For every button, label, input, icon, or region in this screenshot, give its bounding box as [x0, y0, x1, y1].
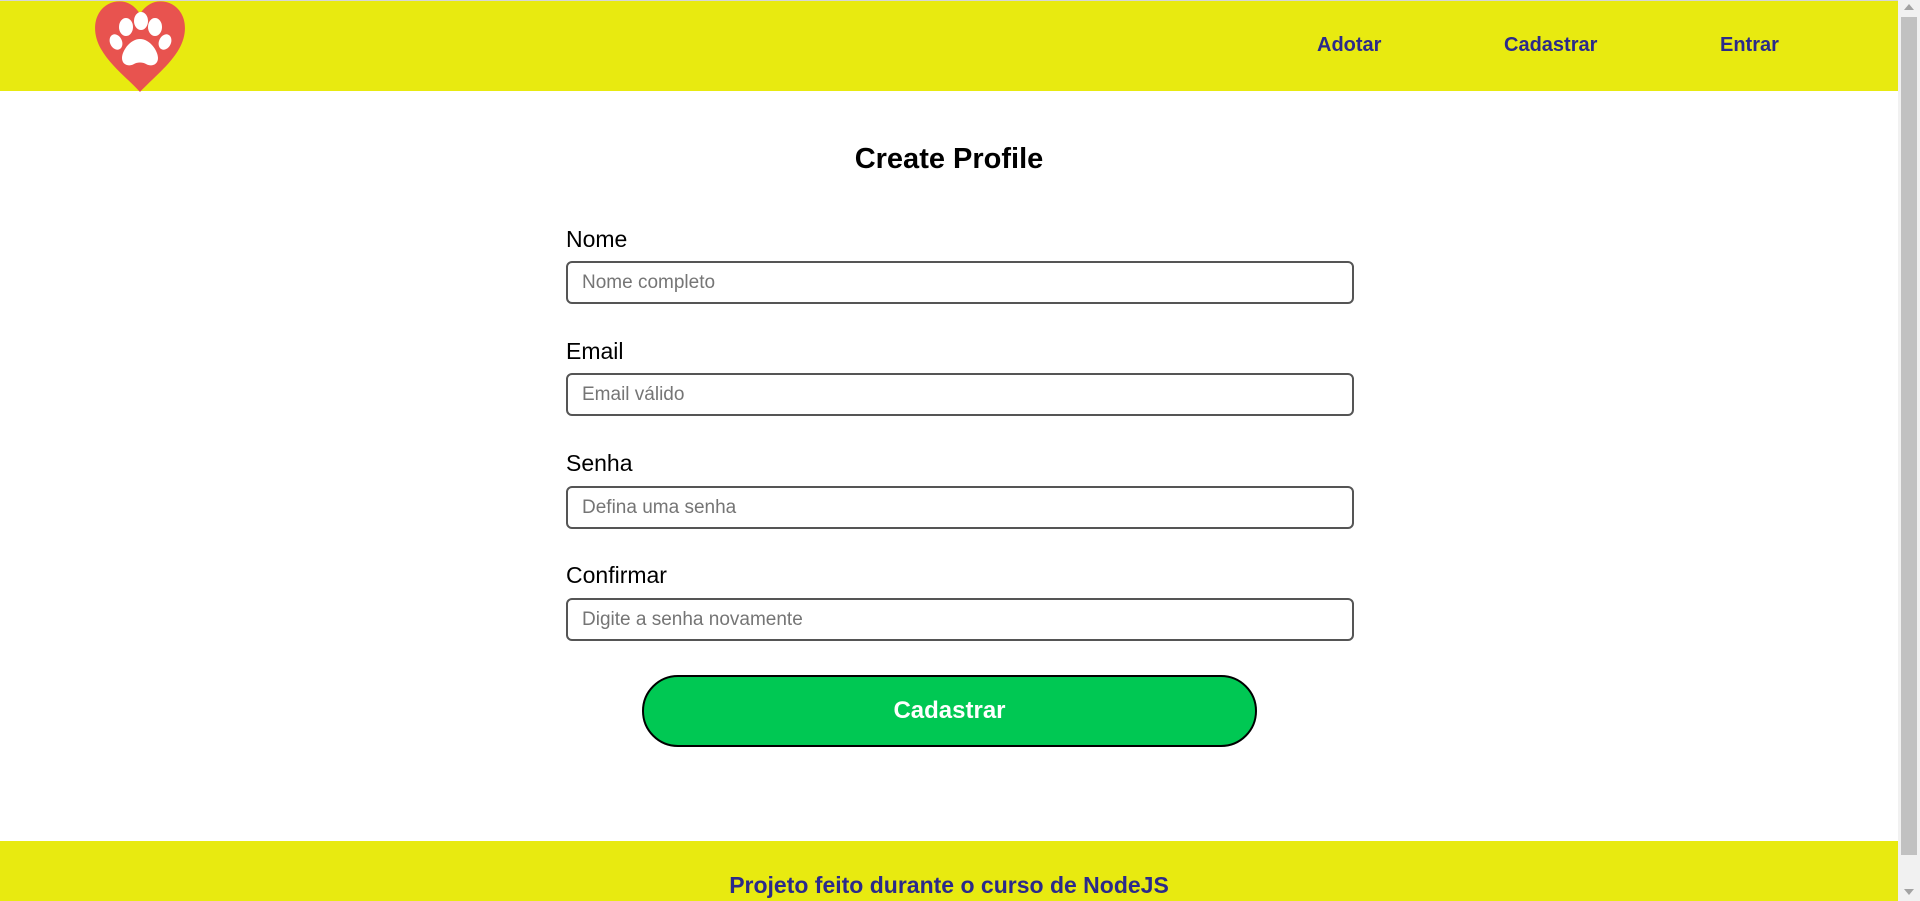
confirm-password-field[interactable] [566, 598, 1354, 641]
site-header: Adotar Cadastrar Entrar [0, 0, 1898, 93]
page: Adotar Cadastrar Entrar Create Profile N… [0, 0, 1920, 901]
logo-graphic [95, 1, 185, 93]
password-label: Senha [566, 450, 633, 476]
nav-link-cadastrar[interactable]: Cadastrar [1504, 34, 1597, 57]
password-field[interactable] [566, 486, 1354, 529]
heart-paw-icon[interactable] [92, 1, 188, 93]
nav-link-entrar[interactable]: Entrar [1720, 34, 1779, 57]
main-viewport: Adotar Cadastrar Entrar Create Profile N… [0, 0, 1898, 901]
vertical-scrollbar[interactable] [1898, 0, 1920, 901]
scroll-thumb[interactable] [1901, 17, 1917, 855]
scroll-up-arrow-icon[interactable] [1904, 4, 1914, 10]
scroll-down-arrow-icon[interactable] [1904, 889, 1914, 895]
nav-link-adotar[interactable]: Adotar [1317, 34, 1381, 57]
site-footer: Projeto feito durante o curso de NodeJS [0, 841, 1898, 901]
email-label: Email [566, 338, 624, 364]
email-field[interactable] [566, 373, 1354, 416]
footer-text: Projeto feito durante o curso de NodeJS [729, 872, 1169, 898]
name-field[interactable] [566, 261, 1354, 304]
cadastrar-submit-button[interactable]: Cadastrar [642, 675, 1257, 747]
confirm-label: Confirmar [566, 562, 667, 588]
page-title: Create Profile [854, 143, 1044, 175]
name-label: Nome [566, 226, 628, 252]
